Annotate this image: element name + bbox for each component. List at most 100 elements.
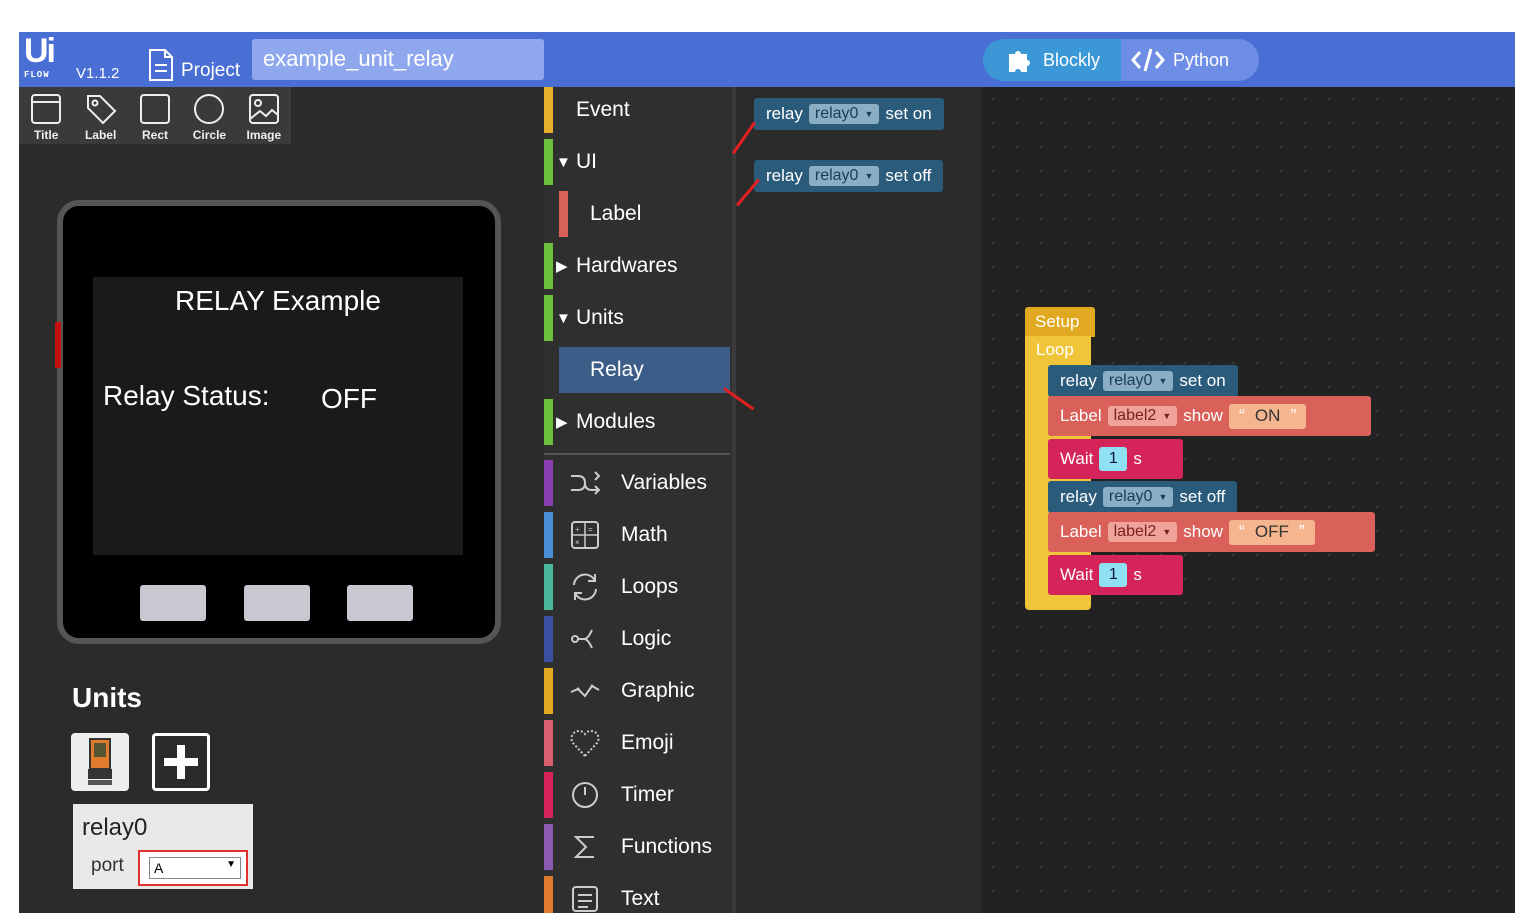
category-hardwares[interactable]: ▶ Hardwares xyxy=(544,243,730,289)
heart-icon xyxy=(568,726,602,760)
category-math[interactable]: + = × Math xyxy=(544,512,730,558)
device-side-indicator xyxy=(55,322,61,368)
category-label-sub[interactable]: Label xyxy=(544,191,730,237)
category-ui[interactable]: ▼ UI xyxy=(544,139,730,185)
number-input[interactable]: 1 xyxy=(1099,447,1128,471)
units-heading: Units xyxy=(72,682,142,713)
sigma-icon xyxy=(568,830,602,864)
graph-icon xyxy=(568,674,602,708)
workspace-label-show-off-block[interactable]: Label label2 ▼ show “OFF” xyxy=(1048,512,1375,552)
text-string-input[interactable]: “ON” xyxy=(1228,403,1307,429)
workspace-wait-block-1[interactable]: Wait 1 s xyxy=(1048,439,1183,479)
shuffle-icon xyxy=(568,466,602,500)
block-keyword: Label xyxy=(1060,406,1102,425)
number-input[interactable]: 1 xyxy=(1099,563,1128,587)
category-variables[interactable]: Variables xyxy=(544,460,730,506)
category-color-bar xyxy=(544,243,553,289)
category-units[interactable]: ▼ Units xyxy=(544,295,730,341)
workspace-relay-set-on-block[interactable]: relay relay0 ▼ set on xyxy=(1048,365,1238,397)
category-color-bar xyxy=(544,87,553,133)
category-functions[interactable]: Functions xyxy=(544,824,730,870)
unit-dropdown[interactable]: relay0 ▼ xyxy=(1102,371,1174,391)
screen-status-label[interactable]: Relay Status: xyxy=(103,380,270,412)
category-label: Graphic xyxy=(621,679,695,702)
svg-text:×: × xyxy=(575,538,580,547)
top-bar: Ui FLOW V1.1.2 Project example_unit_relay… xyxy=(19,32,1515,87)
block-flyout xyxy=(736,87,981,913)
tool-title-label: Title xyxy=(33,128,59,142)
category-modules[interactable]: ▶ Modules xyxy=(544,399,730,445)
relay-unit-thumbnail[interactable] xyxy=(71,733,129,791)
svg-text:=: = xyxy=(588,525,593,534)
loop-icon xyxy=(568,570,602,604)
block-keyword: relay xyxy=(766,166,803,185)
device-button-a[interactable] xyxy=(140,585,206,621)
category-label: Timer xyxy=(621,783,674,806)
category-divider xyxy=(544,453,730,455)
block-action: set on xyxy=(1179,371,1226,390)
mode-toggle: Blockly Python xyxy=(983,39,1259,81)
puzzle-icon xyxy=(1009,51,1030,72)
project-button[interactable]: Project xyxy=(147,46,240,82)
device-screen[interactable]: RELAY Example Relay Status: OFF xyxy=(93,277,463,555)
code-icon xyxy=(1131,48,1165,72)
screen-title[interactable]: RELAY Example xyxy=(93,285,463,317)
workspace-wait-block-2[interactable]: Wait 1 s xyxy=(1048,555,1183,595)
block-keyword: relay xyxy=(766,104,803,123)
add-unit-button[interactable] xyxy=(152,733,210,791)
category-label: Loops xyxy=(621,575,679,598)
category-color-bar xyxy=(559,191,568,237)
label-dropdown[interactable]: label2 ▼ xyxy=(1107,522,1178,542)
plus-icon xyxy=(164,745,198,779)
flyout-relay-set-on-block[interactable]: relay relay0 ▼ set on xyxy=(754,98,944,130)
category-loops[interactable]: Loops xyxy=(544,564,730,610)
workspace-label-show-on-block[interactable]: Label label2 ▼ show “ON” xyxy=(1048,396,1371,436)
screen-status-value[interactable]: OFF xyxy=(321,383,377,415)
unit-name[interactable]: relay0 xyxy=(82,814,147,842)
project-name-input[interactable]: example_unit_relay xyxy=(252,39,544,80)
category-label: Units xyxy=(576,306,624,329)
unit-dropdown[interactable]: relay0 ▼ xyxy=(1102,487,1174,507)
expand-arrow-icon: ▼ xyxy=(556,309,571,327)
block-action: show xyxy=(1183,406,1223,425)
svg-text:+: + xyxy=(575,525,580,534)
tool-circle[interactable]: Circle xyxy=(182,87,236,144)
category-graphic[interactable]: Graphic xyxy=(544,668,730,714)
block-unit: s xyxy=(1133,565,1142,584)
category-relay[interactable]: Relay xyxy=(559,347,730,393)
device-button-b[interactable] xyxy=(244,585,310,621)
category-label: Relay xyxy=(590,358,644,381)
workspace-relay-set-off-block[interactable]: relay relay0 ▼ set off xyxy=(1048,481,1238,513)
unit-dropdown[interactable]: relay0 ▼ xyxy=(808,104,880,124)
category-label: Text xyxy=(621,887,660,910)
category-text[interactable]: Text xyxy=(544,876,730,913)
category-timer[interactable]: Timer xyxy=(544,772,730,818)
tool-label[interactable]: Label xyxy=(73,87,127,144)
blockly-mode-button[interactable]: Blockly xyxy=(983,39,1121,81)
category-emoji[interactable]: Emoji xyxy=(544,720,730,766)
python-mode-button[interactable]: Python xyxy=(1121,39,1243,81)
category-color-bar xyxy=(544,876,553,913)
block-action: set on xyxy=(885,104,932,123)
rect-icon xyxy=(140,94,171,124)
flyout-relay-set-off-block[interactable]: relay relay0 ▼ set off xyxy=(754,160,944,192)
label-dropdown[interactable]: label2 ▼ xyxy=(1107,406,1178,426)
tool-label-label: Label xyxy=(84,128,117,142)
tool-title[interactable]: Title xyxy=(19,87,73,144)
blockly-label: Blockly xyxy=(1043,49,1101,70)
text-string-input[interactable]: “OFF” xyxy=(1228,519,1315,545)
python-label: Python xyxy=(1173,49,1230,70)
tool-rect[interactable]: Rect xyxy=(128,87,182,144)
setup-block[interactable]: Setup xyxy=(1025,307,1095,337)
image-icon xyxy=(248,94,279,124)
unit-dropdown[interactable]: relay0 ▼ xyxy=(808,166,880,186)
category-event[interactable]: Event xyxy=(544,87,730,133)
category-label: Math xyxy=(621,523,668,546)
device-button-c[interactable] xyxy=(347,585,413,621)
port-select[interactable]: A ▼ xyxy=(138,850,248,886)
tool-rect-label: Rect xyxy=(142,128,169,142)
tool-image[interactable]: Image xyxy=(237,87,291,144)
category-logic[interactable]: Logic xyxy=(544,616,730,662)
block-action: show xyxy=(1183,522,1223,541)
block-keyword: Wait xyxy=(1060,449,1094,468)
